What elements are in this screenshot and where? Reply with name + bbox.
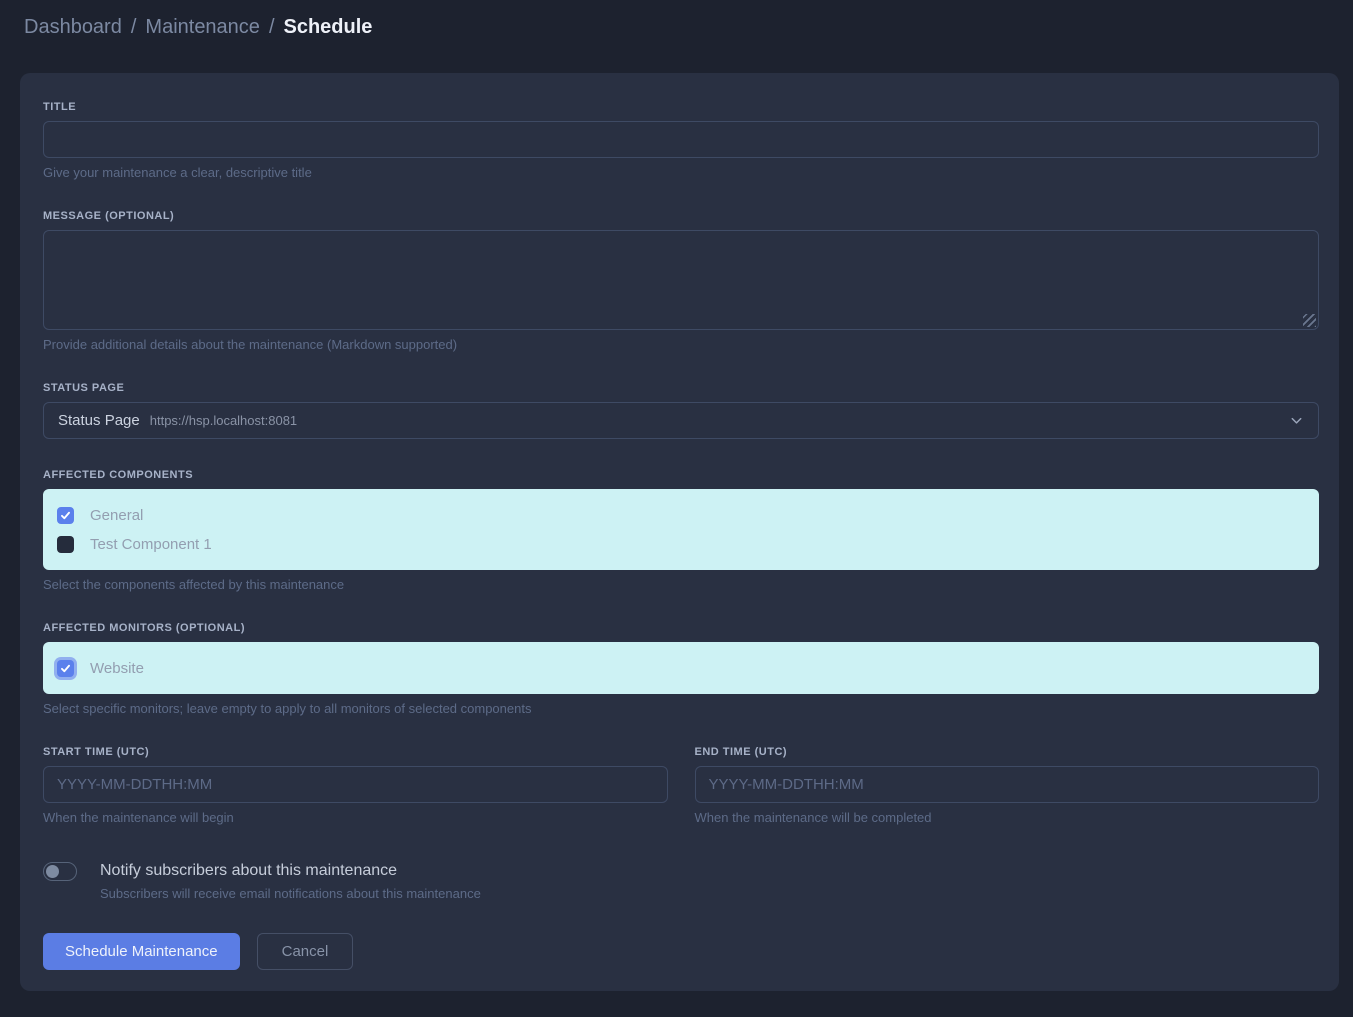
affected-monitors-panel: Website bbox=[43, 642, 1319, 694]
monitor-option-label: Website bbox=[90, 660, 144, 677]
component-option-test-component-1[interactable]: Test Component 1 bbox=[57, 532, 1305, 556]
time-range-group: START TIME (UTC) When the maintenance wi… bbox=[43, 746, 1319, 825]
end-time-label: END TIME (UTC) bbox=[695, 746, 1320, 758]
title-label: TITLE bbox=[43, 101, 1319, 113]
title-group: TITLE Give your maintenance a clear, des… bbox=[43, 101, 1319, 180]
message-group: MESSAGE (OPTIONAL) Provide additional de… bbox=[43, 210, 1319, 352]
title-input[interactable] bbox=[43, 121, 1319, 158]
top-bar: Dashboard / Maintenance / Schedule bbox=[0, 0, 1353, 41]
affected-monitors-label: AFFECTED MONITORS (OPTIONAL) bbox=[43, 622, 1319, 634]
breadcrumb-dashboard[interactable]: Dashboard bbox=[24, 16, 122, 38]
start-time-input[interactable] bbox=[43, 766, 668, 803]
notify-subscribers-label: Notify subscribers about this maintenanc… bbox=[100, 859, 481, 883]
toggle-knob bbox=[46, 865, 59, 878]
status-page-select[interactable]: Status Page https://hsp.localhost:8081 bbox=[43, 402, 1319, 439]
notify-subscribers-row: Notify subscribers about this maintenanc… bbox=[43, 859, 1319, 901]
cancel-button[interactable]: Cancel bbox=[257, 933, 354, 970]
monitor-option-website[interactable]: Website bbox=[57, 656, 1305, 680]
status-page-selected-url: https://hsp.localhost:8081 bbox=[150, 413, 297, 428]
component-option-general[interactable]: General bbox=[57, 503, 1305, 527]
component-option-label: Test Component 1 bbox=[90, 536, 212, 553]
affected-components-label: AFFECTED COMPONENTS bbox=[43, 469, 1319, 481]
message-textarea[interactable] bbox=[43, 230, 1319, 330]
affected-monitors-helper: Select specific monitors; leave empty to… bbox=[43, 701, 1319, 716]
notify-subscribers-toggle[interactable] bbox=[43, 862, 77, 881]
affected-components-panel: General Test Component 1 bbox=[43, 489, 1319, 570]
schedule-maintenance-button[interactable]: Schedule Maintenance bbox=[43, 933, 240, 970]
notify-subscribers-helper: Subscribers will receive email notificat… bbox=[100, 886, 481, 901]
end-time-group: END TIME (UTC) When the maintenance will… bbox=[695, 746, 1320, 825]
breadcrumb-maintenance[interactable]: Maintenance bbox=[145, 16, 260, 38]
start-time-group: START TIME (UTC) When the maintenance wi… bbox=[43, 746, 668, 825]
checkbox-unchecked-icon[interactable] bbox=[57, 536, 74, 553]
end-time-input[interactable] bbox=[695, 766, 1320, 803]
end-time-helper: When the maintenance will be completed bbox=[695, 810, 1320, 825]
breadcrumb: Dashboard / Maintenance / Schedule bbox=[24, 13, 1329, 41]
breadcrumb-separator: / bbox=[131, 16, 137, 38]
affected-monitors-group: AFFECTED MONITORS (OPTIONAL) Website Sel… bbox=[43, 622, 1319, 716]
start-time-helper: When the maintenance will begin bbox=[43, 810, 668, 825]
schedule-maintenance-form-card: TITLE Give your maintenance a clear, des… bbox=[20, 73, 1339, 991]
status-page-selected-value: Status Page bbox=[58, 412, 140, 429]
chevron-down-icon bbox=[1289, 413, 1304, 428]
breadcrumb-current-schedule: Schedule bbox=[284, 16, 373, 38]
status-page-group: STATUS PAGE Status Page https://hsp.loca… bbox=[43, 382, 1319, 439]
form-actions: Schedule Maintenance Cancel bbox=[43, 933, 1319, 970]
component-option-label: General bbox=[90, 507, 143, 524]
message-helper: Provide additional details about the mai… bbox=[43, 337, 1319, 352]
checkbox-checked-icon[interactable] bbox=[57, 660, 74, 677]
message-label: MESSAGE (OPTIONAL) bbox=[43, 210, 1319, 222]
status-page-label: STATUS PAGE bbox=[43, 382, 1319, 394]
breadcrumb-separator: / bbox=[269, 16, 275, 38]
checkbox-checked-icon[interactable] bbox=[57, 507, 74, 524]
affected-components-helper: Select the components affected by this m… bbox=[43, 577, 1319, 592]
affected-components-group: AFFECTED COMPONENTS General Test Compone… bbox=[43, 469, 1319, 592]
start-time-label: START TIME (UTC) bbox=[43, 746, 668, 758]
title-helper: Give your maintenance a clear, descripti… bbox=[43, 165, 1319, 180]
